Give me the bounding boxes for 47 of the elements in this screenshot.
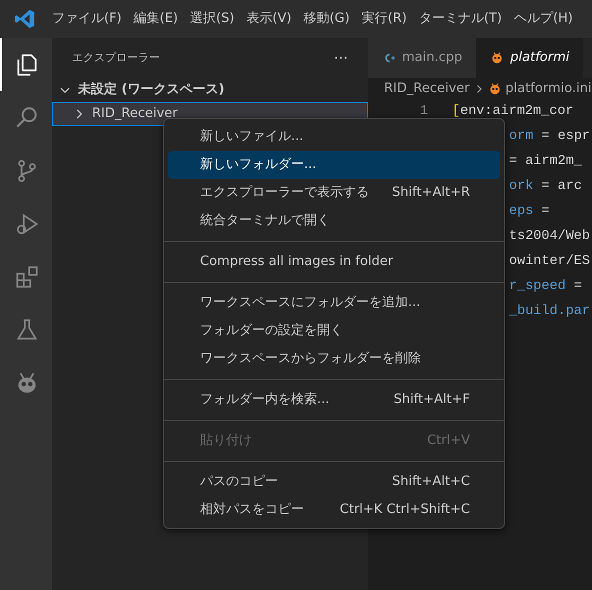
code-text: _build.par: [509, 303, 590, 322]
menu-item[interactable]: 相対パスをコピー Ctrl+K Ctrl+Shift+C: [168, 496, 500, 524]
workspace-name[interactable]: 未設定 (ワークスペース): [78, 80, 224, 100]
menu-item[interactable]: フォルダー内を検索... Shift+Alt+F: [168, 386, 500, 414]
menu-item[interactable]: 新しいファイル...: [168, 123, 500, 151]
menu-item[interactable]: 編集(E): [128, 9, 184, 29]
code-text: = airm2m_: [509, 153, 582, 172]
code-text: orm = espr: [509, 128, 590, 146]
code-text: [env:airm2m_cor: [452, 103, 574, 122]
menu-item[interactable]: 統合ターミナルで開く: [168, 207, 500, 235]
shortcut-label: Shift+Alt+C: [392, 473, 470, 492]
cpp-file-icon: [382, 51, 396, 65]
menu-item[interactable]: 表示(V): [240, 9, 298, 29]
menu-item[interactable]: 移動(G): [297, 9, 356, 29]
alien-head-icon: [488, 82, 502, 96]
app-logo-icon: [14, 8, 36, 30]
shortcut-label: Ctrl+V: [427, 432, 470, 450]
flask-icon[interactable]: [14, 316, 40, 342]
editor-tab[interactable]: main.cpp: [368, 38, 476, 78]
menu-item[interactable]: ワークスペースにフォルダーを追加...: [168, 289, 500, 317]
menu-item[interactable]: 実行(R): [356, 9, 413, 29]
code-text: ts2004/Web: [509, 228, 590, 246]
alien-head-icon: [490, 51, 504, 65]
shortcut-label: Ctrl+K Ctrl+Shift+C: [340, 501, 470, 520]
shortcut-label: Shift+Alt+R: [392, 184, 470, 202]
menu-item[interactable]: ヘルプ(H): [508, 9, 579, 29]
menu-item[interactable]: ワークスペースからフォルダーを削除: [168, 345, 500, 373]
menu-item[interactable]: エクスプローラーで表示する Shift+Alt+R: [168, 179, 500, 207]
blocks-icon[interactable]: [14, 264, 40, 290]
code-text: eps =: [509, 203, 550, 222]
code-text: owinter/ES: [509, 253, 590, 272]
line-number: 1: [418, 103, 428, 122]
menu-item[interactable]: パスのコピー Shift+Alt+C: [168, 468, 500, 496]
sidebar-title: エクスプローラー: [72, 50, 160, 66]
menu-item[interactable]: 選択(S): [184, 9, 240, 29]
menu-item[interactable]: 新しいフォルダー...: [168, 151, 500, 179]
menu-item[interactable]: Compress all images in folder: [168, 248, 500, 276]
menu-item[interactable]: フォルダーの設定を開く: [168, 317, 500, 345]
menu-item[interactable]: ターミナル(T): [412, 9, 508, 29]
menu-item[interactable]: ファイル(F): [46, 9, 128, 29]
shortcut-label: Shift+Alt+F: [394, 391, 470, 410]
editor-tab[interactable]: platformi: [476, 38, 584, 78]
more-actions-button[interactable]: ···: [328, 46, 354, 70]
code-text: r_speed =: [509, 278, 582, 296]
breadcrumb-item[interactable]: RID_Receiver: [384, 79, 470, 99]
code-text: ork = arc: [509, 178, 582, 196]
breadcrumb-item[interactable]: platformio.ini: [505, 79, 592, 99]
